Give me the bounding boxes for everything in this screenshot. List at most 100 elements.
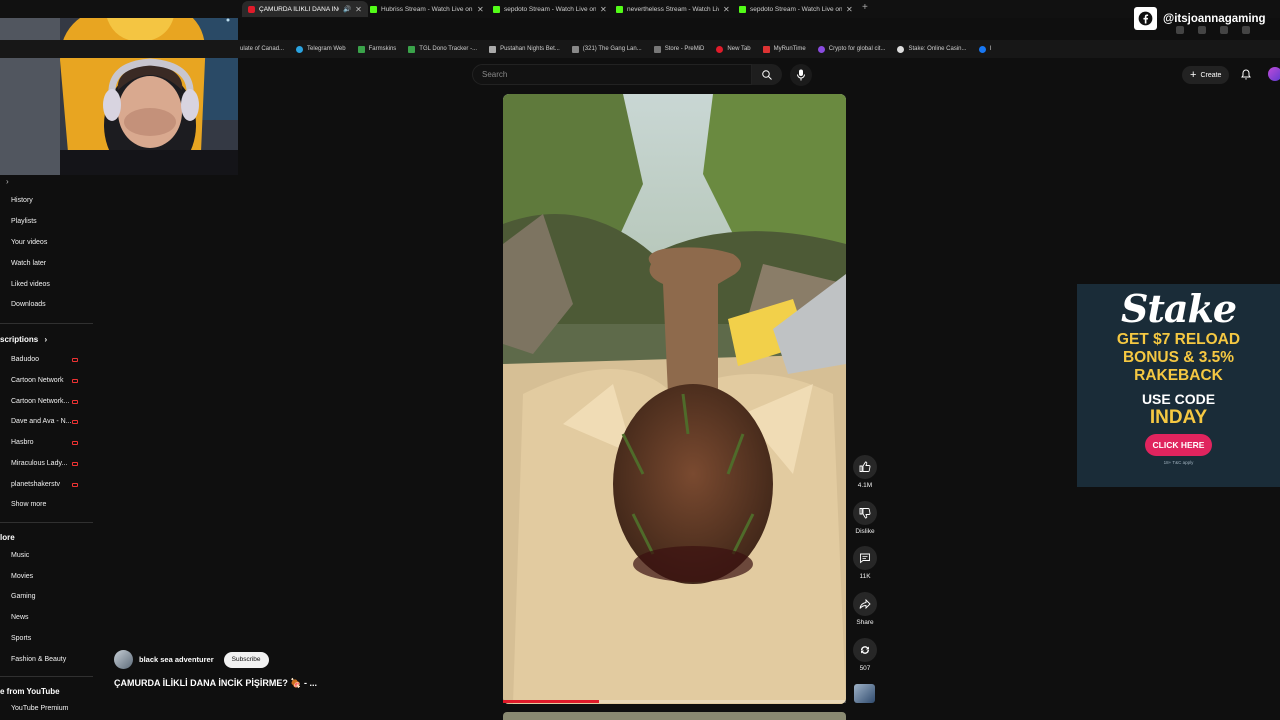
comments-action[interactable]: 11K bbox=[850, 546, 880, 580]
tab-kick-sepdoto[interactable]: sepdoto Stream - Watch Live on ✕ bbox=[487, 1, 613, 17]
sidebar-subscription[interactable]: Hasbro bbox=[11, 439, 34, 446]
kick-icon bbox=[616, 5, 623, 13]
bookmark-item[interactable]: New Tab bbox=[716, 45, 751, 53]
search-input[interactable]: Search bbox=[472, 64, 752, 85]
tab-youtube-short[interactable]: ÇAMURDA İLİKLİ DANA İNC 🔊 ✕ bbox=[242, 1, 368, 17]
voice-search-button[interactable] bbox=[790, 64, 812, 86]
bookmark-label: Stake: Online Casin... bbox=[908, 46, 967, 52]
sidebar-item-liked-videos[interactable]: Liked videos bbox=[11, 281, 50, 288]
bookmark-item[interactable]: MyRunTime bbox=[762, 45, 806, 53]
bookmarks-bar: ulate of Canad... Telegram Web Farmskins… bbox=[0, 40, 1280, 58]
ad-offer-line: RAKEBACK bbox=[1134, 367, 1223, 384]
sidebar-show-more[interactable]: Show more bbox=[11, 501, 46, 508]
next-short-preview[interactable] bbox=[503, 712, 846, 720]
notifications-button[interactable] bbox=[1240, 68, 1252, 83]
sidebar-item-gaming[interactable]: Gaming bbox=[11, 593, 36, 600]
ad-code-label: USE CODE bbox=[1141, 391, 1216, 407]
audio-source-thumbnail[interactable] bbox=[854, 684, 875, 703]
account-avatar[interactable] bbox=[1268, 67, 1280, 81]
facebook-icon bbox=[978, 45, 986, 53]
thumbs-down-icon[interactable] bbox=[853, 501, 877, 525]
bookmark-item[interactable]: Stake: Online Casin... bbox=[897, 45, 967, 53]
dislike-action[interactable]: Dislike bbox=[850, 501, 880, 535]
close-tab-icon[interactable]: ✕ bbox=[723, 5, 730, 14]
bookmark-item[interactable]: I bbox=[978, 45, 992, 53]
bookmark-item[interactable]: TGL Dono Tracker -... bbox=[408, 45, 478, 53]
sidebar-item-playlists[interactable]: Playlists bbox=[11, 218, 37, 225]
new-tab-button[interactable]: + bbox=[862, 2, 868, 13]
bookmark-icon bbox=[489, 45, 497, 53]
sidebar-item-news[interactable]: News bbox=[11, 614, 29, 621]
streamer-webcam bbox=[0, 0, 238, 175]
short-video-player[interactable] bbox=[503, 94, 846, 704]
bookmark-label: Pustahan Nights Bet... bbox=[500, 46, 560, 52]
tab-kick-nevertheless[interactable]: nevertheless Stream - Watch Live ✕ bbox=[610, 1, 736, 17]
like-count: 4.1M bbox=[857, 482, 873, 489]
like-action[interactable]: 4.1M bbox=[850, 455, 880, 489]
close-tab-icon[interactable]: ✕ bbox=[477, 5, 484, 14]
sidebar-subscription[interactable]: Cartoon Network bbox=[11, 377, 64, 384]
sidebar-subscription[interactable]: planetshakerstv bbox=[11, 481, 60, 488]
telegram-icon bbox=[296, 45, 304, 53]
search-button[interactable] bbox=[752, 64, 782, 85]
channel-avatar[interactable] bbox=[114, 650, 133, 669]
close-tab-icon[interactable]: ✕ bbox=[600, 5, 607, 14]
sidebar-item-youtube-premium[interactable]: YouTube Premium bbox=[11, 705, 68, 712]
chevron-right-icon[interactable]: › bbox=[6, 177, 9, 186]
bookmark-label: New Tab bbox=[727, 46, 751, 52]
sidebar-subscription[interactable]: Badudoo bbox=[11, 356, 39, 363]
subscribe-button[interactable]: Subscribe bbox=[223, 651, 269, 668]
sidebar-item-sports[interactable]: Sports bbox=[11, 635, 31, 642]
bookmark-label: Crypto for global cit... bbox=[828, 46, 886, 52]
short-title[interactable]: ÇAMURDA İLİKLİ DANA İNCİK PİŞİRME? 🍖 - .… bbox=[114, 678, 317, 689]
sidebar-item-movies[interactable]: Movies bbox=[11, 573, 33, 580]
bell-icon bbox=[1241, 69, 1251, 80]
stake-icon bbox=[897, 45, 905, 53]
sidebar-subscription[interactable]: Cartoon Network... bbox=[11, 398, 69, 405]
remix-action[interactable]: 507 bbox=[850, 638, 880, 672]
bookmark-item[interactable]: Farmskins bbox=[357, 45, 396, 53]
bookmark-item[interactable]: Crypto for global cit... bbox=[817, 45, 886, 53]
search-icon bbox=[762, 69, 772, 80]
comment-icon[interactable] bbox=[853, 546, 877, 570]
bookmark-label: MyRunTime bbox=[773, 46, 806, 52]
channel-name[interactable]: black sea adventurer bbox=[139, 655, 214, 664]
sidebar-divider bbox=[0, 676, 93, 677]
share-label: Share bbox=[856, 619, 874, 626]
speaker-icon: 🔊 bbox=[343, 6, 352, 13]
bookmark-label: Telegram Web bbox=[307, 46, 346, 52]
bookmark-item[interactable]: Telegram Web bbox=[296, 45, 346, 53]
bookmark-item[interactable]: Store - PreMiD bbox=[653, 45, 704, 53]
sidebar-subscription[interactable]: Miraculous Lady... bbox=[11, 460, 67, 467]
sidebar-item-your-videos[interactable]: Your videos bbox=[11, 239, 47, 246]
live-icon bbox=[72, 358, 78, 362]
bookmark-label: I bbox=[989, 46, 992, 52]
tab-kick-hubriss[interactable]: Hubriss Stream - Watch Live on ✕ bbox=[364, 1, 490, 17]
sidebar-item-history[interactable]: History bbox=[11, 197, 33, 204]
sidebar-item-fashion-beauty[interactable]: Fashion & Beauty bbox=[11, 656, 66, 663]
facebook-icon bbox=[1134, 7, 1157, 30]
ad-offer-line: GET $7 RELOAD bbox=[1116, 331, 1241, 348]
sidebar-heading-subscriptions[interactable]: scriptions › bbox=[0, 335, 47, 344]
share-action[interactable]: Share bbox=[850, 592, 880, 626]
share-icon[interactable] bbox=[853, 592, 877, 616]
sidebar-subscription[interactable]: Dave and Ava - N... bbox=[11, 418, 72, 425]
bookmark-item[interactable]: ulate of Canad... bbox=[240, 46, 284, 52]
channel-info: black sea adventurer Subscribe bbox=[114, 650, 269, 669]
microphone-icon bbox=[797, 69, 805, 81]
bookmark-item[interactable]: Pustahan Nights Bet... bbox=[489, 45, 560, 53]
video-progress-bar[interactable] bbox=[503, 700, 846, 703]
create-button[interactable]: + Create bbox=[1182, 66, 1230, 84]
close-tab-icon[interactable]: ✕ bbox=[846, 5, 853, 14]
bookmark-label: TGL Dono Tracker -... bbox=[419, 46, 478, 52]
sidebar-item-watch-later[interactable]: Watch later bbox=[11, 260, 46, 267]
subscriptions-heading-label: scriptions bbox=[0, 335, 39, 344]
sidebar-item-music[interactable]: Music bbox=[11, 552, 29, 559]
remix-icon[interactable] bbox=[853, 638, 877, 662]
sidebar-item-downloads[interactable]: Downloads bbox=[11, 301, 46, 308]
thumbs-up-icon[interactable] bbox=[853, 455, 877, 479]
tab-kick-sepdoto-2[interactable]: sepdoto Stream - Watch Live on ✕ bbox=[733, 1, 859, 17]
close-tab-icon[interactable]: ✕ bbox=[355, 5, 362, 14]
live-icon bbox=[72, 483, 78, 487]
bookmark-item[interactable]: (321) The Gang Lan... bbox=[571, 45, 642, 53]
